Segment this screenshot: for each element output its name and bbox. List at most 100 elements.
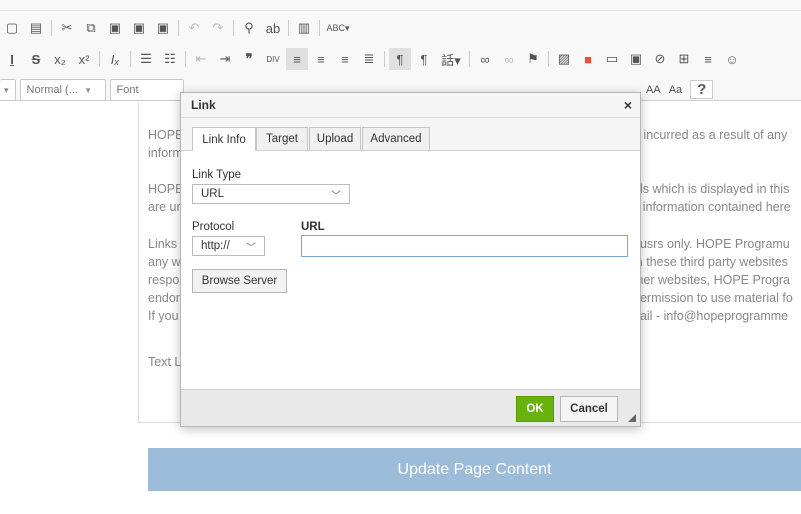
align-center-icon[interactable]: ≡	[310, 48, 332, 70]
paragraph-2-line-1-right: als which is displayed in this	[633, 182, 790, 196]
chevron-down-icon: ﹀	[331, 190, 341, 202]
replace-icon[interactable]: ab	[262, 17, 284, 39]
dialog-tabs: Link Info Target Upload Advanced	[181, 118, 640, 151]
find-icon[interactable]: ⚲	[238, 17, 260, 39]
toolbar-separator	[178, 20, 179, 36]
paragraph-3-line-1-right: f usrs only. HOPE Programu	[633, 237, 790, 251]
cut-icon[interactable]: ✂	[56, 17, 78, 39]
outdent-icon[interactable]: ⇤	[190, 48, 212, 70]
help-button[interactable]: ?	[690, 80, 714, 99]
protocol-select[interactable]: http:// ﹀	[192, 236, 265, 256]
dialog-title: Link	[191, 98, 216, 112]
select-all-icon[interactable]: ▥	[293, 17, 315, 39]
update-page-content-button[interactable]: Update Page Content	[148, 448, 801, 491]
page-break-icon[interactable]: ▭	[601, 48, 623, 70]
paragraph-3-line-5-right: nail - info@hopeprogramme	[633, 309, 789, 323]
editor-toolbar: ▢ ▤ ✂ ⧉ ▣ ▣ ▣ ↶ ↷ ⚲ ab ▥ ABC▾ I S x₂ x² …	[0, 0, 801, 101]
toolbar-separator	[469, 51, 470, 67]
ltr-icon[interactable]: ¶	[389, 48, 411, 70]
paragraph-3-line-1: Links	[148, 237, 178, 251]
horizontal-rule-icon[interactable]: ≡	[697, 48, 719, 70]
indent-icon[interactable]: ⇥	[214, 48, 236, 70]
tab-link-info[interactable]: Link Info	[192, 127, 256, 151]
close-icon[interactable]: ×	[624, 97, 632, 113]
spellcheck-icon[interactable]: ABC▾	[324, 17, 352, 39]
paste-icon[interactable]: ▣	[104, 17, 126, 39]
link-type-select[interactable]: URL ﹀	[192, 184, 350, 204]
paste-text-icon[interactable]: ▣	[128, 17, 150, 39]
toolbar-separator	[99, 51, 100, 67]
tab-upload[interactable]: Upload	[309, 127, 361, 150]
special-char-icon[interactable]: ⊘	[649, 48, 671, 70]
font-dropdown[interactable]: Font	[109, 79, 184, 101]
paragraph-3-line-2: any w	[148, 255, 181, 269]
remove-format-icon[interactable]: Iₓ	[104, 48, 126, 70]
justify-icon[interactable]: ≣	[358, 48, 380, 70]
flash-icon[interactable]: ■	[577, 48, 599, 70]
anchor-icon[interactable]: ⚑	[522, 48, 544, 70]
align-right-icon[interactable]: ≡	[334, 48, 356, 70]
table-icon[interactable]: ⊞	[673, 48, 695, 70]
language-icon[interactable]: 話▾	[437, 48, 465, 70]
protocol-value: http://	[201, 240, 230, 252]
tab-target[interactable]: Target	[256, 127, 308, 150]
undo-icon[interactable]: ↶	[183, 17, 205, 39]
paragraph-3-line-5: If you	[148, 309, 179, 323]
paragraph-3-line-4-right: permission to use material fo	[633, 291, 793, 305]
underline-icon[interactable]: I	[1, 48, 23, 70]
document-icon[interactable]: ▤	[25, 17, 47, 39]
iframe-icon[interactable]: ▣	[625, 48, 647, 70]
styles-dropdown[interactable]: ▾	[0, 79, 16, 101]
paragraph-3-line-3-right: ther websites, HOPE Progra	[633, 273, 791, 287]
browse-server-button[interactable]: Browse Server	[192, 269, 287, 293]
new-page-icon[interactable]: ▢	[1, 17, 23, 39]
smiley-icon[interactable]: ☺	[721, 48, 743, 70]
paragraph-1-line-1: HOPE	[148, 128, 184, 142]
toolbar-separator	[319, 20, 320, 36]
paragraph-2-line-2: are ur	[148, 200, 181, 214]
redo-icon[interactable]: ↷	[207, 17, 229, 39]
toolbar-row-1: ▢ ▤ ✂ ⧉ ▣ ▣ ▣ ↶ ↷ ⚲ ab ▥ ABC▾	[0, 14, 353, 42]
rtl-icon[interactable]: ¶	[413, 48, 435, 70]
toolbar-top-divider	[0, 10, 801, 11]
dialog-title-bar[interactable]: Link	[181, 93, 640, 118]
image-icon[interactable]: ▨	[553, 48, 575, 70]
format-dropdown[interactable]: Normal (... ▾	[19, 79, 106, 101]
resize-grip-icon[interactable]	[628, 414, 636, 422]
copy-icon[interactable]: ⧉	[80, 17, 102, 39]
subscript-icon[interactable]: x₂	[49, 48, 71, 70]
chevron-down-icon: ﹀	[246, 242, 256, 254]
bulleted-list-icon[interactable]: ☷	[159, 48, 181, 70]
strikethrough-icon[interactable]: S	[25, 48, 47, 70]
toolbar-separator	[384, 51, 385, 67]
ok-button[interactable]: OK	[516, 396, 554, 422]
lowercase-button[interactable]: Aa	[669, 84, 682, 96]
format-dropdown-value: Normal (...	[26, 84, 78, 96]
link-icon[interactable]: ∞	[474, 48, 496, 70]
align-left-icon[interactable]: ≡	[286, 48, 308, 70]
dialog-footer: OK Cancel	[181, 389, 640, 426]
paragraph-3-line-3: respo	[148, 273, 180, 287]
unlink-icon[interactable]: ∞	[498, 48, 520, 70]
paragraph-1-line-2: inform	[148, 146, 183, 160]
uppercase-button[interactable]: AA	[646, 84, 661, 96]
toolbar-row-2: I S x₂ x² Iₓ ☰ ☷ ⇤ ⇥ ❞ DIV ≡ ≡ ≡ ≣ ¶ ¶ 話…	[0, 45, 744, 73]
toolbar-separator	[130, 51, 131, 67]
numbered-list-icon[interactable]: ☰	[135, 48, 157, 70]
toolbar-separator	[548, 51, 549, 67]
chevron-down-icon: ▾	[85, 84, 91, 95]
paragraph-1-line-1-right: e incurred as a result of any	[633, 128, 788, 142]
paragraph-3-line-4: endor	[148, 291, 180, 305]
url-label: URL	[301, 221, 325, 233]
cancel-button[interactable]: Cancel	[560, 396, 618, 422]
paste-word-icon[interactable]: ▣	[152, 17, 174, 39]
link-type-value: URL	[201, 188, 225, 200]
tab-advanced[interactable]: Advanced	[362, 127, 430, 150]
superscript-icon[interactable]: x²	[73, 48, 95, 70]
paragraph-4-line-1: Text L	[148, 355, 182, 369]
blockquote-icon[interactable]: ❞	[238, 48, 260, 70]
url-input[interactable]	[301, 235, 628, 257]
font-dropdown-value: Font	[116, 84, 139, 96]
create-div-icon[interactable]: DIV	[262, 48, 284, 70]
protocol-label: Protocol	[192, 221, 235, 233]
